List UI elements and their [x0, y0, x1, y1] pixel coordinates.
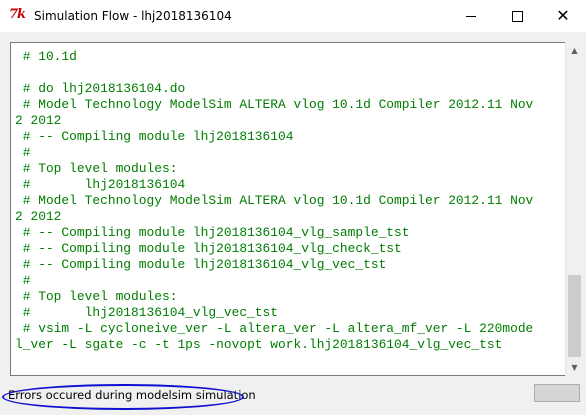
- console-line: # -- Compiling module lhj2018136104_vlg_…: [15, 257, 387, 272]
- status-highlight-circle: [2, 384, 244, 410]
- maximize-icon: [511, 10, 523, 22]
- console-line: # do lhj2018136104.do: [15, 81, 186, 96]
- console-line: #: [15, 145, 31, 160]
- status-bar: Errors occured during modelsim simulatio…: [0, 382, 586, 415]
- console-line: # -- Compiling module lhj2018136104_vlg_…: [15, 241, 402, 256]
- console-line: # lhj2018136104_vlg_vec_tst: [15, 305, 279, 320]
- console-line: l_ver -L sgate -c -t 1ps -novopt work.lh…: [15, 337, 503, 352]
- minimize-button[interactable]: [448, 0, 494, 32]
- close-icon: ✕: [556, 6, 570, 25]
- window-title: Simulation Flow - lhj2018136104: [34, 9, 232, 23]
- simulation-flow-window: 7k Simulation Flow - lhj2018136104 ✕ # 1…: [0, 0, 586, 415]
- scroll-down-button[interactable]: ▼: [566, 359, 583, 376]
- console-line: # vsim -L cycloneive_ver -L altera_ver -…: [15, 321, 534, 336]
- console-line: # lhj2018136104: [15, 177, 186, 192]
- console-line: 2 2012: [15, 209, 62, 224]
- console-line: #: [15, 273, 31, 288]
- title-bar[interactable]: 7k Simulation Flow - lhj2018136104 ✕: [0, 0, 586, 32]
- close-button[interactable]: ✕: [540, 0, 586, 32]
- console-line: # Model Technology ModelSim ALTERA vlog …: [15, 193, 534, 208]
- console-output[interactable]: # 10.1d # do lhj2018136104.do # Model Te…: [10, 42, 567, 376]
- console-line: # 10.1d: [15, 49, 77, 64]
- console-line: # Model Technology ModelSim ALTERA vlog …: [15, 97, 534, 112]
- scroll-thumb[interactable]: [568, 275, 581, 357]
- console-line: # Top level modules:: [15, 289, 178, 304]
- maximize-button[interactable]: [494, 0, 540, 32]
- console-line: 2 2012: [15, 113, 62, 128]
- console-text: # 10.1d # do lhj2018136104.do # Model Te…: [11, 43, 566, 353]
- console-line: # -- Compiling module lhj2018136104: [15, 129, 294, 144]
- console-line: # -- Compiling module lhj2018136104_vlg_…: [15, 225, 410, 240]
- scroll-up-button[interactable]: ▲: [566, 42, 583, 59]
- tk-feather-icon: 7k: [9, 7, 26, 22]
- console-line: # Top level modules:: [15, 161, 178, 176]
- progress-indicator: [534, 384, 580, 402]
- chevron-up-icon: ▲: [571, 46, 578, 55]
- chevron-down-icon: ▼: [571, 363, 578, 372]
- vertical-scrollbar[interactable]: ▲ ▼: [565, 42, 583, 376]
- minimize-icon: [466, 16, 476, 17]
